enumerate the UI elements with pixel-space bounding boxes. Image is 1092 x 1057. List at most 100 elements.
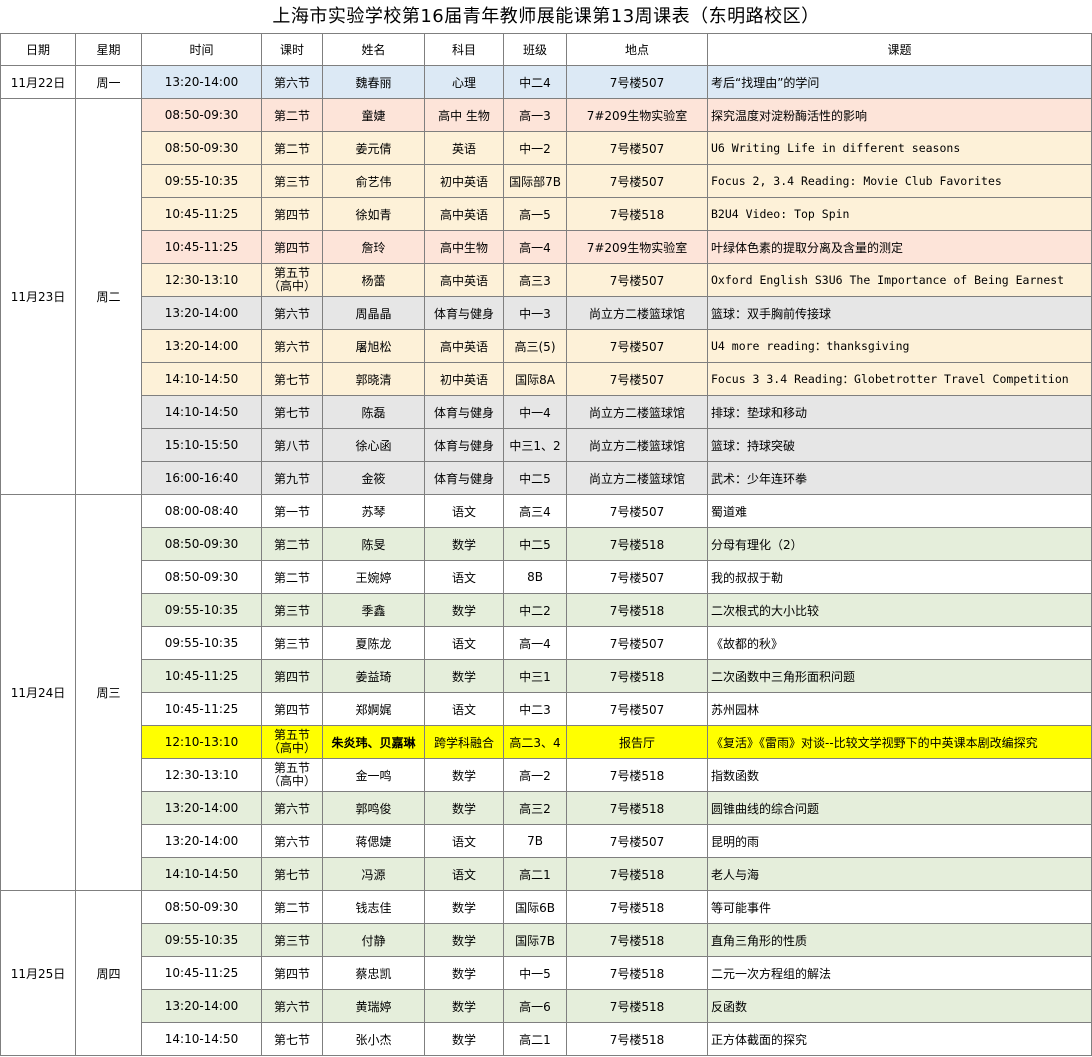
- name-cell: 郑婀娓: [322, 692, 425, 726]
- name-cell: 夏陈龙: [322, 626, 425, 660]
- class-cell: 中一4: [503, 395, 567, 429]
- period-cell: 第六节: [261, 65, 323, 99]
- name-cell: 魏春丽: [322, 65, 425, 99]
- name-cell: 金筱: [322, 461, 425, 495]
- time-cell: 10:45-11:25: [141, 956, 262, 990]
- place-cell: 7号楼507: [566, 65, 708, 99]
- class-cell: 高三2: [503, 791, 567, 825]
- subject-cell: 英语: [424, 131, 504, 165]
- schedule-body: 11月22日 周一 13:20-14:00 第六节 魏春丽 心理 中二4 7号楼507 考后“找…: [0, 65, 1092, 1056]
- period-cell: 第二节: [261, 890, 323, 924]
- table-row: 09:55-10:35 第三节 夏陈龙 语文 高一4 7号楼507 《故都的秋》: [1, 626, 1092, 660]
- class-cell: 高一4: [503, 230, 567, 264]
- topic-cell: 正方体截面的探究: [707, 1022, 1092, 1056]
- date-cell: 11月23日: [0, 98, 76, 495]
- time-cell: 16:00-16:40: [141, 461, 262, 495]
- place-cell: 报告厅: [566, 725, 708, 759]
- date-cell: 11月25日: [0, 890, 76, 1056]
- time-cell: 13:20-14:00: [141, 989, 262, 1023]
- period-cell: 第四节: [261, 659, 323, 693]
- header-weekday: 星期: [75, 33, 142, 66]
- table-row: 14:10-14:50 第七节 张小杰 数学 高二1 7号楼518 正方体截面的探究: [1, 1022, 1092, 1056]
- table-row: 14:10-14:50 第七节 陈磊 体育与健身 中一4 尚立方二楼篮球馆 排球：垫球和移动: [1, 395, 1092, 429]
- name-cell: 王婉婷: [322, 560, 425, 594]
- topic-cell: 昆明的雨: [707, 824, 1092, 858]
- name-cell: 钱志佳: [322, 890, 425, 924]
- table-row: 10:45-11:25 第四节 郑婀娓 语文 中二3 7号楼507 苏州园林: [1, 692, 1092, 726]
- topic-cell: Focus 2, 3.4 Reading: Movie Club Favorit…: [707, 164, 1092, 198]
- place-cell: 尚立方二楼篮球馆: [566, 296, 708, 330]
- topic-cell: Focus 3 3.4 Reading：Globetrotter Travel …: [707, 362, 1092, 396]
- class-cell: 国际7B: [503, 923, 567, 957]
- name-cell: 张小杰: [322, 1022, 425, 1056]
- name-cell: 姜益琦: [322, 659, 425, 693]
- topic-cell: 排球：垫球和移动: [707, 395, 1092, 429]
- table-row: 12:30-13:10 第五节 （高中） 杨蕾 高中英语 高三3 7号楼507 Oxford …: [1, 263, 1092, 297]
- time-cell: 13:20-14:00: [141, 65, 262, 99]
- time-cell: 10:45-11:25: [141, 692, 262, 726]
- name-cell: 俞艺伟: [322, 164, 425, 198]
- place-cell: 尚立方二楼篮球馆: [566, 461, 708, 495]
- period-cell: 第八节: [261, 428, 323, 462]
- class-cell: 中二4: [503, 65, 567, 99]
- topic-cell: 篮球：持球突破: [707, 428, 1092, 462]
- period-cell: 第四节: [261, 197, 323, 231]
- topic-cell: 直角三角形的性质: [707, 923, 1092, 957]
- subject-cell: 语文: [424, 857, 504, 891]
- topic-cell: 我的叔叔于勒: [707, 560, 1092, 594]
- time-cell: 14:10-14:50: [141, 857, 262, 891]
- period-cell: 第五节 （高中）: [261, 263, 323, 297]
- name-cell: 姜元倩: [322, 131, 425, 165]
- class-cell: 中三1: [503, 659, 567, 693]
- table-row: 09:55-10:35 第三节 付静 数学 国际7B 7号楼518 直角三角形的性质: [1, 923, 1092, 957]
- place-cell: 尚立方二楼篮球馆: [566, 395, 708, 429]
- topic-cell: 等可能事件: [707, 890, 1092, 924]
- period-cell: 第九节: [261, 461, 323, 495]
- name-cell: 朱炎玮、贝嘉琳: [322, 725, 425, 759]
- place-cell: 7号楼518: [566, 1022, 708, 1056]
- weekday-cell: 周一: [75, 65, 142, 99]
- place-cell: 7号楼518: [566, 890, 708, 924]
- name-cell: 蔡忠凯: [322, 956, 425, 990]
- place-cell: 7号楼518: [566, 593, 708, 627]
- table-row: 15:10-15:50 第八节 徐心函 体育与健身 中三1、2 尚立方二楼篮球馆 篮球：持球…: [1, 428, 1092, 462]
- header-name: 姓名: [322, 33, 425, 66]
- topic-cell: 武术：少年连环拳: [707, 461, 1092, 495]
- class-cell: 国际6B: [503, 890, 567, 924]
- table-row: 10:45-11:25 第四节 姜益琦 数学 中三1 7号楼518 二次函数中三角形面积问题: [1, 659, 1092, 693]
- place-cell: 7号楼518: [566, 659, 708, 693]
- class-cell: 高一5: [503, 197, 567, 231]
- class-cell: 7B: [503, 824, 567, 858]
- period-cell: 第六节: [261, 296, 323, 330]
- time-cell: 08:50-09:30: [141, 131, 262, 165]
- place-cell: 7号楼518: [566, 758, 708, 792]
- subject-cell: 数学: [424, 593, 504, 627]
- class-cell: 国际8A: [503, 362, 567, 396]
- period-cell: 第四节: [261, 956, 323, 990]
- topic-cell: 苏州园林: [707, 692, 1092, 726]
- name-cell: 蒋偲婕: [322, 824, 425, 858]
- date-cell: 11月22日: [0, 65, 76, 99]
- time-cell: 14:10-14:50: [141, 395, 262, 429]
- time-cell: 12:30-13:10: [141, 758, 262, 792]
- name-cell: 黄瑞婷: [322, 989, 425, 1023]
- name-cell: 徐如青: [322, 197, 425, 231]
- class-cell: 高三(5): [503, 329, 567, 363]
- period-cell: 第七节: [261, 362, 323, 396]
- name-cell: 童婕: [322, 98, 425, 132]
- subject-cell: 体育与健身: [424, 395, 504, 429]
- topic-cell: 二元一次方程组的解法: [707, 956, 1092, 990]
- class-cell: 中三1、2: [503, 428, 567, 462]
- class-cell: 高三4: [503, 494, 567, 528]
- table-row: 09:55-10:35 第三节 季鑫 数学 中二2 7号楼518 二次根式的大小比较: [1, 593, 1092, 627]
- time-cell: 13:20-14:00: [141, 824, 262, 858]
- table-row: 16:00-16:40 第九节 金筱 体育与健身 中二5 尚立方二楼篮球馆 武术：少年连环拳: [1, 461, 1092, 495]
- subject-cell: 语文: [424, 692, 504, 726]
- topic-cell: B2U4 Video: Top Spin: [707, 197, 1092, 231]
- class-cell: 中二2: [503, 593, 567, 627]
- subject-cell: 数学: [424, 923, 504, 957]
- subject-cell: 心理: [424, 65, 504, 99]
- place-cell: 7号楼518: [566, 857, 708, 891]
- date-cell: 11月24日: [0, 494, 76, 891]
- topic-cell: Oxford English S3U6 The Importance of Be…: [707, 263, 1092, 297]
